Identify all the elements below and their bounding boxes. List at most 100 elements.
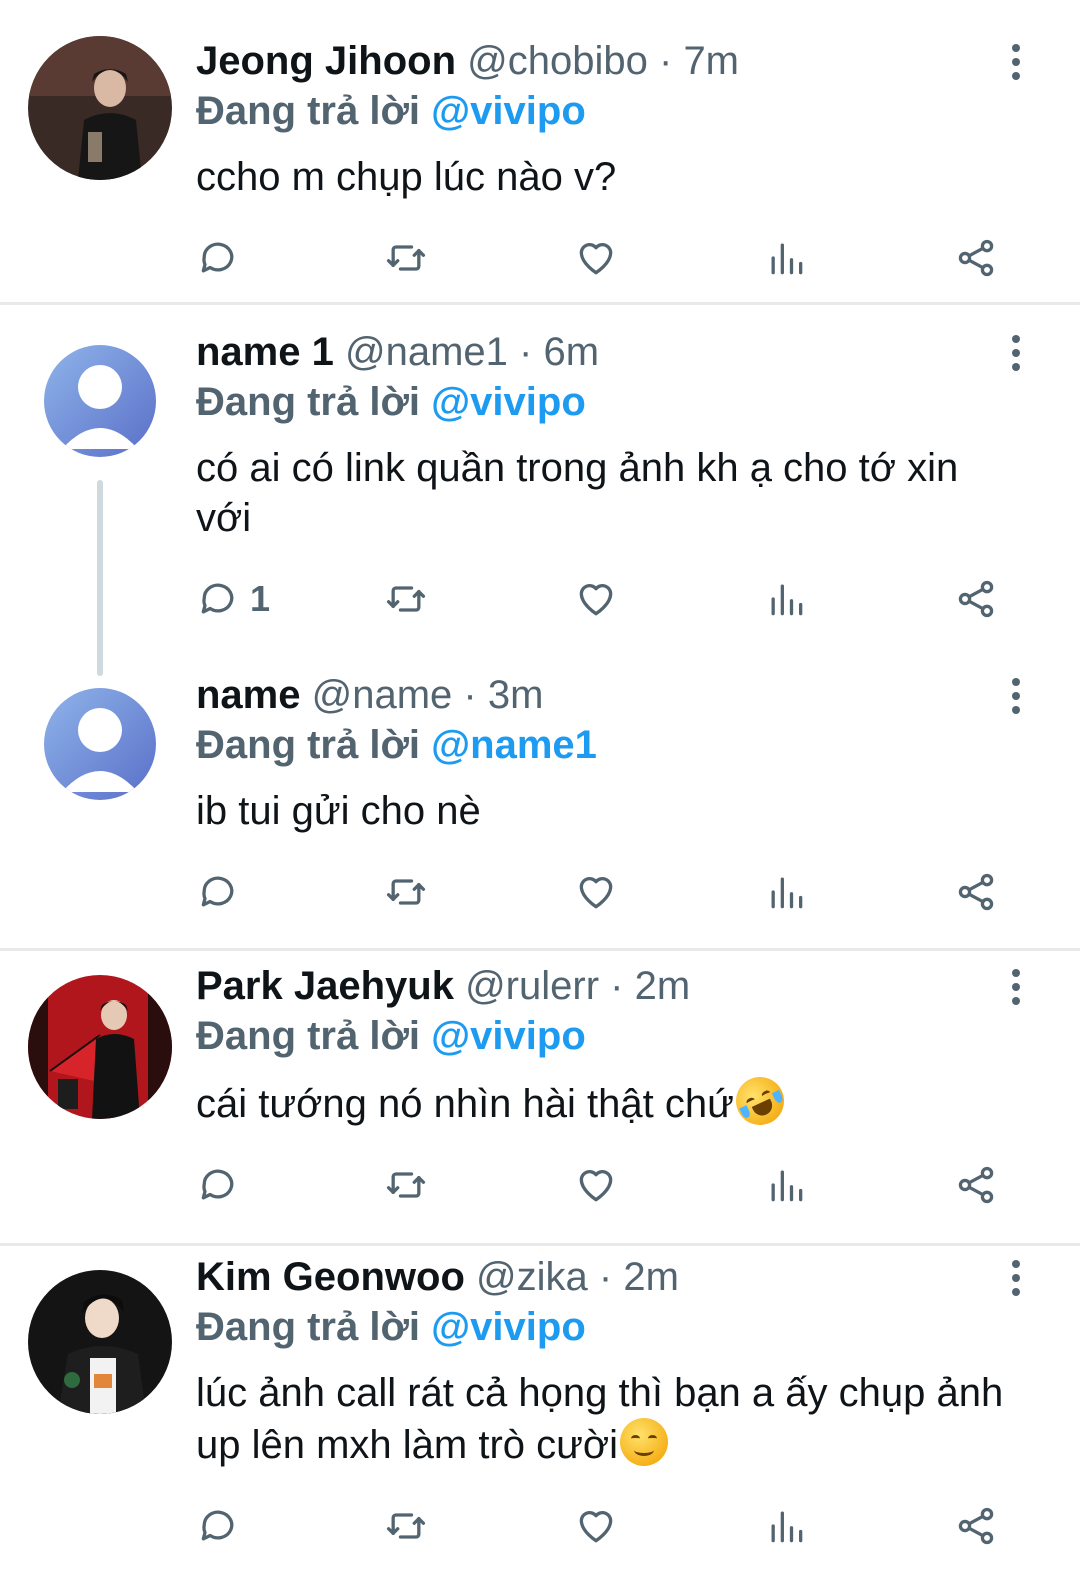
retweet-button[interactable] xyxy=(384,1502,428,1550)
more-icon[interactable] xyxy=(1008,678,1024,714)
replying-to-handle[interactable]: @vivipo xyxy=(431,380,586,424)
replying-to: Đang trả lời @vivipo xyxy=(196,86,586,136)
user-handle[interactable]: @chobibo xyxy=(467,39,648,83)
tweet-text: cái tướng nó nhìn hài thật chứ xyxy=(196,1069,1016,1133)
share-button[interactable] xyxy=(954,1502,998,1550)
avatar[interactable] xyxy=(44,345,156,457)
replying-to-handle[interactable]: @vivipo xyxy=(431,1014,586,1058)
display-name[interactable]: Park Jaehyuk xyxy=(196,964,454,1008)
avatar[interactable] xyxy=(28,36,172,180)
share-button[interactable] xyxy=(954,575,998,623)
display-name[interactable]: Jeong Jihoon xyxy=(196,39,456,83)
timestamp[interactable]: 2m xyxy=(635,964,691,1008)
reply-count: 1 xyxy=(250,578,271,619)
retweet-icon xyxy=(384,236,428,280)
tweet[interactable]: name @name · 3m Đang trả lời @name1 ib t… xyxy=(0,648,1080,948)
replying-to-label: Đang trả lời xyxy=(196,89,421,133)
user-handle[interactable]: @rulerr xyxy=(465,964,599,1008)
like-button[interactable] xyxy=(574,575,618,623)
retweet-icon xyxy=(384,1504,428,1548)
like-icon xyxy=(574,870,618,914)
separator-dot: · xyxy=(610,964,624,1008)
thread-connector xyxy=(97,480,103,676)
share-button[interactable] xyxy=(954,1161,998,1209)
like-button[interactable] xyxy=(574,1502,618,1550)
retweet-button[interactable] xyxy=(384,575,428,623)
avatar[interactable] xyxy=(44,688,156,800)
action-bar xyxy=(196,234,996,282)
like-icon xyxy=(574,1504,618,1548)
replying-to-label: Đang trả lời xyxy=(196,1014,421,1058)
retweet-icon xyxy=(384,1163,428,1207)
tweet[interactable]: Kim Geonwoo @zika · 2m Đang trả lời @viv… xyxy=(0,1246,1080,1590)
tweet-text: có ai có link quần trong ảnh kh ạ cho tớ… xyxy=(196,446,959,540)
share-icon xyxy=(954,1163,998,1207)
share-icon xyxy=(954,236,998,280)
replying-to-label: Đang trả lời xyxy=(196,723,421,767)
views-button[interactable] xyxy=(764,1161,808,1209)
reply-button[interactable] xyxy=(196,1502,240,1550)
views-button[interactable] xyxy=(764,234,808,282)
like-icon xyxy=(574,1163,618,1207)
reply-button[interactable] xyxy=(196,868,240,916)
reply-button[interactable] xyxy=(196,234,240,282)
replying-to: Đang trả lời @vivipo xyxy=(196,1011,586,1061)
action-bar xyxy=(196,1161,996,1209)
more-icon[interactable] xyxy=(1008,1260,1024,1296)
avatar[interactable] xyxy=(28,975,172,1119)
reply-icon xyxy=(196,870,240,914)
more-icon[interactable] xyxy=(1008,335,1024,371)
separator-dot: · xyxy=(658,39,673,83)
replying-to-handle[interactable]: @name1 xyxy=(431,723,597,767)
tweet-text-content: cái tướng nó nhìn hài thật chứ xyxy=(196,1082,734,1126)
more-icon[interactable] xyxy=(1008,44,1024,80)
reply-button[interactable]: 1 xyxy=(196,575,270,623)
display-name[interactable]: Kim Geonwoo xyxy=(196,1255,465,1299)
like-button[interactable] xyxy=(574,1161,618,1209)
reply-button[interactable] xyxy=(196,1161,240,1209)
reply-icon xyxy=(196,577,240,621)
views-button[interactable] xyxy=(764,1502,808,1550)
replying-to-handle[interactable]: @vivipo xyxy=(431,89,586,133)
user-handle[interactable]: @zika xyxy=(476,1255,588,1299)
timestamp[interactable]: 3m xyxy=(488,673,544,717)
views-icon xyxy=(764,577,808,621)
timestamp[interactable]: 6m xyxy=(543,330,599,374)
tweet-text: lúc ảnh call rát cả họng thì bạn a ấy ch… xyxy=(196,1368,1016,1470)
tweet[interactable]: name 1 @name1 · 6m Đang trả lời @vivipo … xyxy=(0,305,1080,645)
laughing-emoji-icon xyxy=(727,1069,792,1133)
replying-to-label: Đang trả lời xyxy=(196,1305,421,1349)
reply-icon xyxy=(196,1504,240,1548)
tweet[interactable]: Park Jaehyuk @rulerr · 2m Đang trả lời @… xyxy=(0,951,1080,1243)
share-button[interactable] xyxy=(954,234,998,282)
like-button[interactable] xyxy=(574,868,618,916)
display-name[interactable]: name xyxy=(196,673,301,717)
replying-to: Đang trả lời @vivipo xyxy=(196,1302,586,1352)
more-icon[interactable] xyxy=(1008,969,1024,1005)
action-bar xyxy=(196,868,996,916)
views-icon xyxy=(764,236,808,280)
share-icon xyxy=(954,577,998,621)
user-handle[interactable]: @name1 xyxy=(345,330,508,374)
retweet-button[interactable] xyxy=(384,868,428,916)
retweet-button[interactable] xyxy=(384,1161,428,1209)
display-name[interactable]: name 1 xyxy=(196,330,334,374)
replying-to-handle[interactable]: @vivipo xyxy=(431,1305,586,1349)
like-button[interactable] xyxy=(574,234,618,282)
separator-dot: · xyxy=(463,673,477,717)
tweet-text-content: lúc ảnh call rát cả họng thì bạn a ấy ch… xyxy=(196,1371,1004,1467)
views-button[interactable] xyxy=(764,575,808,623)
tweet-text: ib tui gửi cho nè xyxy=(196,789,481,833)
tweet[interactable]: Jeong Jihoon @chobibo · 7m Đang trả lời … xyxy=(0,0,1080,302)
separator-dot: · xyxy=(598,1255,613,1299)
timestamp[interactable]: 2m xyxy=(623,1255,679,1299)
avatar[interactable] xyxy=(28,1270,172,1414)
retweet-button[interactable] xyxy=(384,234,428,282)
timestamp[interactable]: 7m xyxy=(683,39,739,83)
like-icon xyxy=(574,236,618,280)
user-handle[interactable]: @name xyxy=(312,673,453,717)
share-button[interactable] xyxy=(954,868,998,916)
smiling-face-emoji-icon xyxy=(620,1418,669,1466)
views-button[interactable] xyxy=(764,868,808,916)
views-icon xyxy=(764,870,808,914)
